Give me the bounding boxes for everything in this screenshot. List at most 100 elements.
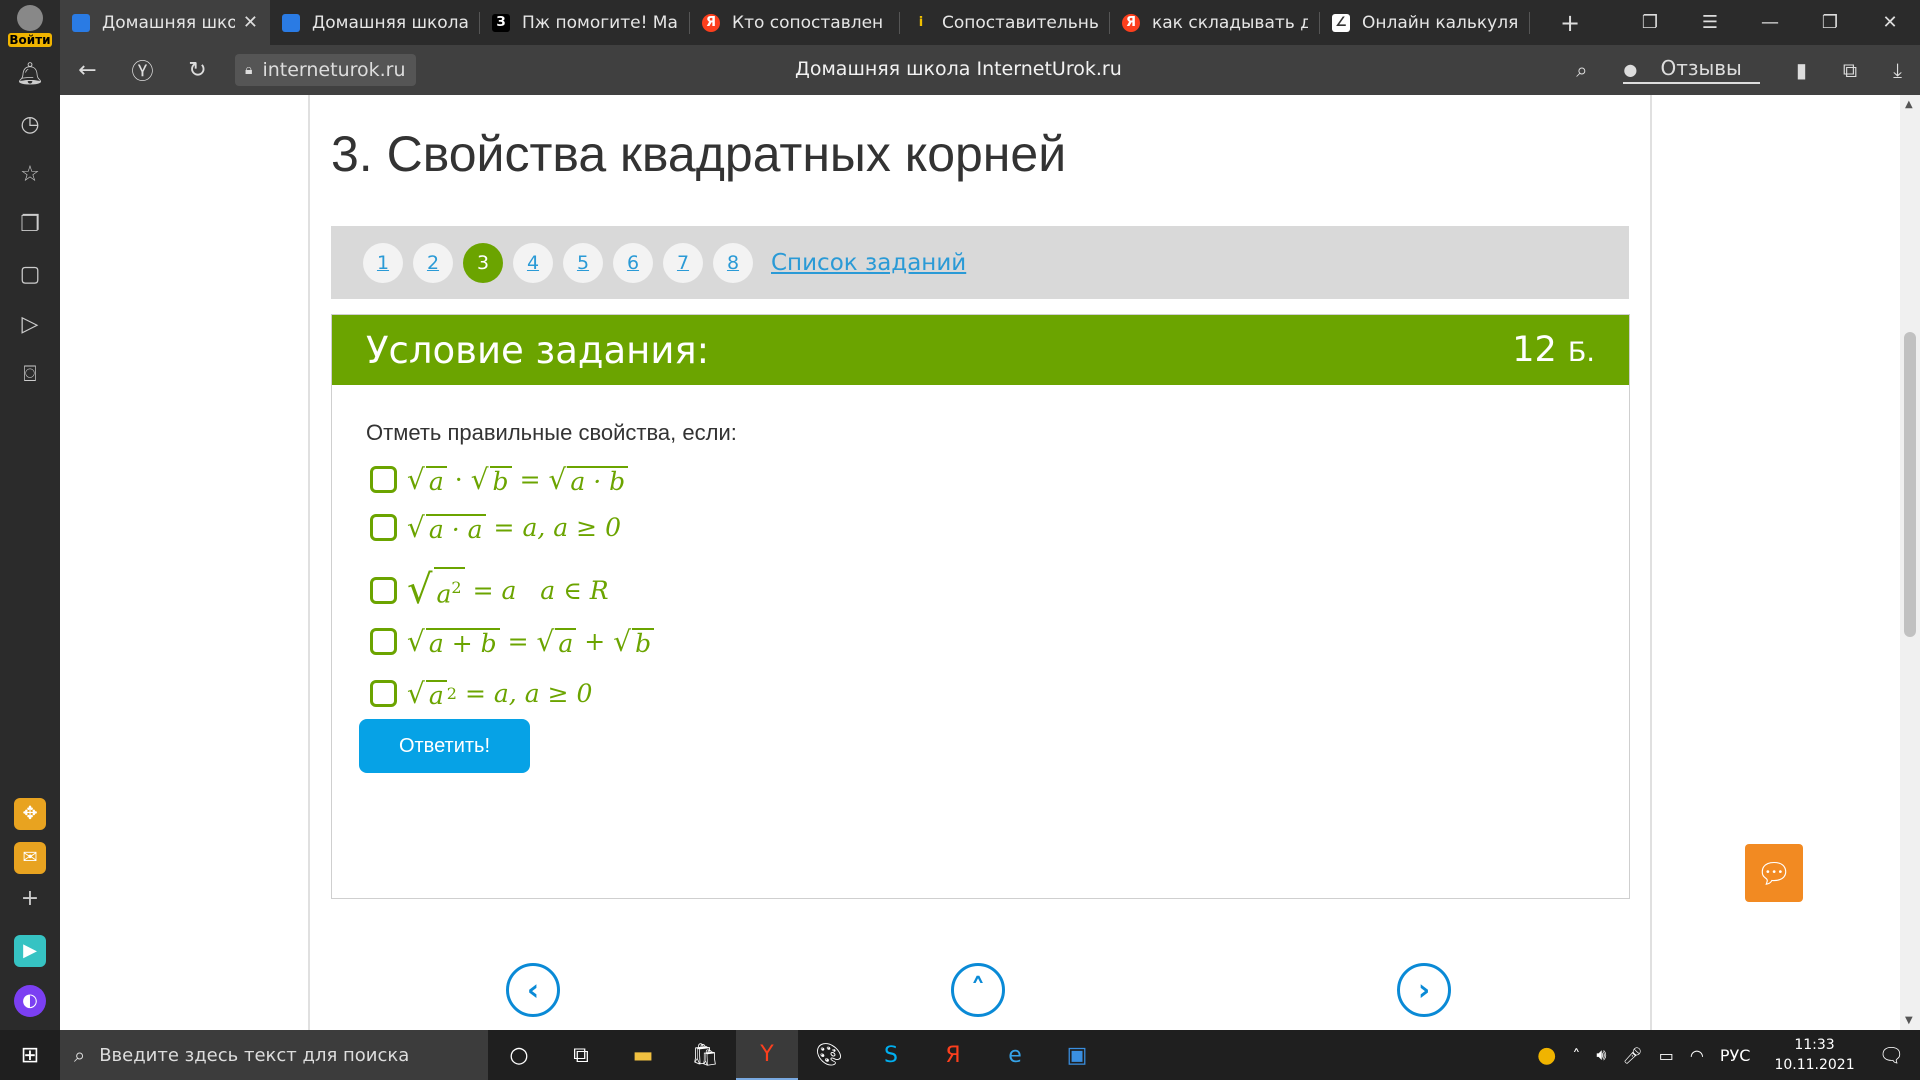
restore-icon[interactable]: ❐ (1800, 12, 1860, 33)
formula: √ a + b = √ a + √ b (407, 625, 655, 658)
calendar-icon[interactable]: ▢ (15, 260, 45, 290)
tab-3[interactable]: Я Кто сопоставлен в с (690, 0, 900, 45)
close-icon[interactable]: ✕ (243, 12, 258, 33)
option-checkbox[interactable] (370, 466, 397, 493)
option-1[interactable]: √ a · √ b = √ a · b (370, 463, 629, 496)
volume-icon[interactable]: 🔊︎ (1596, 1045, 1606, 1065)
cortana-icon[interactable]: ○ (488, 1030, 550, 1080)
windows-taskbar: ⊞ ⌕ Введите здесь текст для поиска ○ ⧉ ▬… (0, 1030, 1920, 1080)
reload-icon[interactable]: ↻ (170, 58, 225, 83)
page-link-2[interactable]: 2 (413, 242, 453, 283)
back-icon[interactable]: ← (60, 58, 115, 83)
yandex-logo-icon[interactable]: Ⓨ (115, 54, 170, 86)
close-window-icon[interactable]: ✕ (1860, 12, 1920, 33)
formula: √ a 2 = a, a ≥0 (407, 677, 593, 710)
formula: √ a · a = a, a ≥0 (407, 511, 622, 544)
tab-5[interactable]: Я как складывать дроб (1110, 0, 1320, 45)
option-checkbox[interactable] (370, 576, 397, 604)
zoom-icon[interactable]: ⌕ (1576, 58, 1587, 82)
new-tab-button[interactable]: + (1550, 9, 1590, 37)
page-link-4[interactable]: 4 (513, 242, 553, 283)
skype-icon[interactable]: S (860, 1030, 922, 1080)
paint-icon[interactable]: 🎨︎ (798, 1030, 860, 1080)
history-icon[interactable]: ◷ (15, 110, 45, 140)
file-explorer-icon[interactable]: ▬ (612, 1030, 674, 1080)
page-link-7[interactable]: 7 (663, 242, 703, 283)
network-icon[interactable]: ◠ (1690, 1046, 1704, 1065)
tab-1[interactable]: Домашняя школа Int (270, 0, 480, 45)
answer-button[interactable]: Ответить! (359, 719, 530, 773)
add-icon[interactable]: + (15, 884, 45, 914)
url-field[interactable]: 🔒︎ interneturok.ru (235, 54, 416, 86)
ir-icon (72, 13, 90, 32)
lesson-title: 3. Свойства квадратных корней (331, 126, 1067, 182)
login-button[interactable]: Войти (8, 5, 52, 49)
mail-icon[interactable]: ✉ (14, 842, 46, 874)
yandex-browser-icon[interactable]: Y (736, 1030, 798, 1080)
tabs-icon[interactable]: ❐ (1620, 12, 1680, 33)
store-icon[interactable]: 🛍︎ (674, 1030, 736, 1080)
task-list-link[interactable]: Список заданий (771, 250, 966, 276)
scroll-up-icon[interactable]: ˄ (951, 963, 1005, 1017)
edge-icon[interactable]: e (984, 1030, 1046, 1080)
taskbar-search[interactable]: ⌕ Введите здесь текст для поиска (60, 1030, 488, 1080)
page-link-5[interactable]: 5 (563, 242, 603, 283)
bell-icon[interactable]: 🔔︎ (15, 60, 45, 90)
option-checkbox[interactable] (370, 628, 397, 655)
option-3[interactable]: √ a2 = a a ∈ R (370, 567, 609, 613)
microphone-icon[interactable]: 🎤︎ (1622, 1046, 1642, 1065)
option-checkbox[interactable] (370, 514, 397, 541)
battery-icon[interactable]: ▭ (1659, 1046, 1674, 1065)
option-checkbox[interactable] (370, 680, 397, 707)
tab-4[interactable]: i Сопоставительный а (900, 0, 1110, 45)
task-view-icon[interactable]: ⧉ (550, 1030, 612, 1080)
alice-icon[interactable]: ◐ (14, 985, 46, 1017)
page-link-8[interactable]: 8 (713, 242, 753, 283)
search-icon: ⌕ (74, 1043, 86, 1067)
url-text: interneturok.ru (262, 59, 406, 81)
page-link-3[interactable]: 3 (463, 242, 503, 283)
chevron-up-icon[interactable]: ˄ (1572, 1046, 1580, 1065)
system-tray: ● ˄ 🔊︎ 🎤︎ ▭ ◠ РУС 11:33 10.11.2021 🗨︎ (1529, 1030, 1920, 1080)
prev-task-icon[interactable]: ‹ (506, 963, 560, 1017)
page-link-6[interactable]: 6 (613, 242, 653, 283)
page-scrollbar[interactable]: ▲ ▼ (1900, 95, 1920, 1030)
extensions-icon[interactable]: ⧉ (1843, 58, 1857, 82)
weather-icon[interactable]: ● (1537, 1043, 1556, 1068)
page-link-1[interactable]: 1 (363, 242, 403, 283)
tab-bar: Домашняя школа ✕ Домашняя школа Int З Пж… (60, 0, 1920, 45)
windows-start-icon[interactable]: ⊞ (0, 1043, 60, 1068)
camera-icon[interactable]: ⌼ (15, 360, 45, 390)
yandex-icon[interactable]: Я (922, 1030, 984, 1080)
reviews-button[interactable]: ● Отзывы (1623, 56, 1760, 84)
language-indicator[interactable]: РУС (1720, 1046, 1751, 1065)
login-label: Войти (8, 33, 52, 47)
download-icon[interactable]: ⤓ (1893, 58, 1902, 82)
photos-icon[interactable]: ▣ (1046, 1030, 1108, 1080)
task-header-title: Условие задания: (366, 328, 710, 372)
play-icon[interactable]: ▷ (15, 310, 45, 340)
chat-button[interactable]: 💬︎ (1745, 844, 1803, 902)
yandex-icon: Я (702, 13, 720, 32)
address-bar-actions: ⌕ ● Отзывы ▮ ⧉ ⤓ (1558, 45, 1920, 95)
task-points: 12 Б. (1512, 330, 1595, 370)
star-icon[interactable]: ☆ (15, 160, 45, 190)
games-icon[interactable]: ✥ (14, 798, 46, 830)
messenger-icon[interactable]: ▶ (14, 935, 46, 967)
collections-icon[interactable]: ❐ (15, 210, 45, 240)
clock[interactable]: 11:33 10.11.2021 (1774, 1035, 1854, 1075)
option-2[interactable]: √ a · a = a, a ≥0 (370, 511, 621, 544)
next-task-icon[interactable]: › (1397, 963, 1451, 1017)
notifications-icon[interactable]: 🗨︎ (1879, 1043, 1904, 1067)
tab-6[interactable]: ∠ Онлайн калькулятор (1320, 0, 1530, 45)
option-4[interactable]: √ a + b = √ a + √ b (370, 625, 655, 658)
tab-2[interactable]: З Пж помогите! Матем (480, 0, 690, 45)
tab-0[interactable]: Домашняя школа ✕ (60, 0, 270, 45)
menu-icon[interactable]: ☰ (1680, 12, 1740, 33)
option-5[interactable]: √ a 2 = a, a ≥0 (370, 677, 592, 710)
scrollbar-thumb[interactable] (1904, 332, 1916, 637)
window-controls: ❐ ☰ — ❐ ✕ (1620, 0, 1920, 45)
tab-title: Онлайн калькулятор (1362, 12, 1518, 33)
bookmark-icon[interactable]: ▮ (1796, 58, 1807, 82)
minimize-icon[interactable]: — (1740, 12, 1800, 33)
